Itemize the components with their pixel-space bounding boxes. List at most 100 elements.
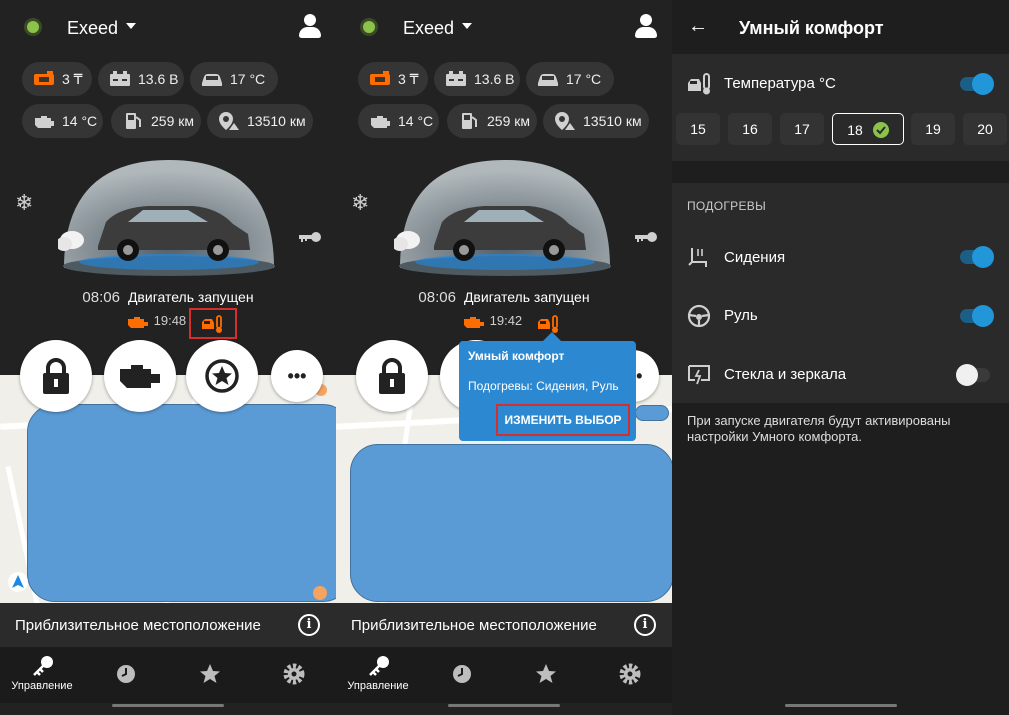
- chip-interior-temp-value: 17 °C: [230, 71, 266, 87]
- star-icon[interactable]: [534, 662, 558, 686]
- bottom-navigation: Управление: [0, 647, 336, 703]
- temperature-toggle[interactable]: [960, 73, 994, 95]
- more-button[interactable]: •••: [271, 350, 323, 402]
- popup-title: Умный комфорт: [468, 349, 565, 363]
- car-selector[interactable]: Exeed: [403, 18, 454, 39]
- chip-range[interactable]: 259 км: [447, 104, 537, 138]
- chip-battery[interactable]: 13.6 В: [434, 62, 520, 96]
- temp-option-20[interactable]: 20: [963, 113, 1007, 145]
- seat-heat-icon: [688, 248, 707, 267]
- chip-odometer[interactable]: 13510 км: [207, 104, 313, 138]
- chip-engine-temp[interactable]: 14 °C: [358, 104, 439, 138]
- engine-run-indicator: 19:48: [126, 313, 186, 329]
- info-icon[interactable]: i: [298, 614, 320, 636]
- chip-engine-temp-value: 14 °C: [398, 113, 434, 129]
- star-circle-icon: [205, 359, 239, 393]
- chip-battery-value: 13.6 В: [138, 71, 179, 87]
- car-selector[interactable]: Exeed: [67, 18, 118, 39]
- temp-option-17[interactable]: 17: [780, 113, 824, 145]
- settings-gear-icon[interactable]: [618, 662, 642, 686]
- page-title: Умный комфорт: [739, 18, 884, 38]
- home-indicator: [448, 704, 560, 707]
- smart-comfort-popup: Умный комфорт Подогревы: Сидения, Руль И…: [459, 332, 636, 441]
- chip-range[interactable]: 259 км: [111, 104, 201, 138]
- back-arrow-icon[interactable]: ←: [688, 15, 708, 38]
- screen-vehicle-control-1: Exeed 3 ₸ 13.6 В 17 °C 14 °C 259 км 1351…: [0, 0, 336, 715]
- glass-toggle[interactable]: [956, 364, 990, 386]
- info-icon[interactable]: i: [634, 614, 656, 636]
- engine-icon: [464, 316, 484, 328]
- engine-status-time: 08:06: [82, 289, 120, 306]
- settings-note: При запуске двигателя будут активированы…: [687, 413, 951, 444]
- chip-fuel[interactable]: 3 ₸: [22, 62, 92, 96]
- fuel-range-icon: [457, 111, 481, 131]
- chip-interior-temp-value: 17 °C: [566, 71, 602, 87]
- car-thermometer-icon: [688, 73, 710, 95]
- temp-option-18-selected[interactable]: 18: [832, 113, 904, 145]
- engine-icon: [128, 316, 148, 328]
- chip-range-value: 259 км: [487, 113, 530, 129]
- bottom-navigation: Управление: [336, 647, 672, 703]
- engine-start-button[interactable]: [104, 340, 176, 412]
- history-clock-icon[interactable]: [451, 663, 473, 685]
- nav-control[interactable]: Управление: [0, 647, 84, 703]
- profile-icon[interactable]: [634, 14, 658, 40]
- nav-control-label: Управление: [347, 680, 409, 692]
- nav-control[interactable]: Управление: [336, 647, 420, 703]
- favorite-button[interactable]: [186, 340, 258, 412]
- map-redaction-overlay: [635, 405, 669, 421]
- engine-icon: [120, 365, 160, 388]
- snowflake-icon: ❄: [351, 190, 370, 215]
- wheel-label: Руль: [724, 307, 758, 324]
- car-dome-image: [58, 160, 275, 276]
- key-icon: [33, 656, 53, 676]
- chip-engine-temp[interactable]: 14 °C: [22, 104, 103, 138]
- lock-icon: [43, 358, 69, 394]
- key-icon: [299, 232, 321, 242]
- temp-option-18-value: 18: [847, 122, 863, 138]
- engine-temp-icon: [32, 111, 56, 131]
- map-redaction-overlay: [350, 444, 672, 602]
- lock-button[interactable]: [356, 340, 428, 412]
- chip-battery[interactable]: 13.6 В: [98, 62, 184, 96]
- navigation-arrow-icon: [8, 572, 28, 592]
- smart-comfort-icon[interactable]: [201, 314, 225, 334]
- profile-icon[interactable]: [298, 14, 322, 40]
- screen-smart-comfort: ← Умный комфорт Температура °C 15 16 17 …: [672, 0, 1009, 715]
- wheel-toggle[interactable]: [960, 305, 994, 327]
- lock-button[interactable]: [20, 340, 92, 412]
- smart-comfort-icon[interactable]: [537, 314, 561, 334]
- chip-range-value: 259 км: [151, 113, 194, 129]
- snowflake-icon: ❄: [15, 190, 34, 215]
- location-bar[interactable]: Приблизительное местоположение i: [0, 603, 336, 647]
- chevron-down-icon[interactable]: [126, 23, 136, 29]
- temp-option-15[interactable]: 15: [676, 113, 720, 145]
- settings-gear-icon[interactable]: [282, 662, 306, 686]
- engine-run-time: 19:48: [153, 313, 187, 328]
- connection-status-dot: [363, 21, 375, 33]
- temp-option-16[interactable]: 16: [728, 113, 772, 145]
- map-redaction-overlay: [27, 404, 336, 602]
- change-selection-button[interactable]: ИЗМЕНИТЬ ВЫБОР: [496, 404, 630, 436]
- star-icon[interactable]: [198, 662, 222, 686]
- seats-toggle[interactable]: [960, 246, 994, 268]
- chip-interior-temp[interactable]: 17 °C: [526, 62, 614, 96]
- temp-option-19[interactable]: 19: [911, 113, 955, 145]
- location-label: Приблизительное местоположение: [15, 616, 261, 634]
- home-indicator: [112, 704, 224, 707]
- chip-odometer[interactable]: 13510 км: [543, 104, 649, 138]
- engine-status-text: Двигатель запущен: [463, 289, 590, 305]
- popup-subtitle: Подогревы: Сидения, Руль: [468, 379, 619, 393]
- chip-interior-temp[interactable]: 17 °C: [190, 62, 278, 96]
- location-bar[interactable]: Приблизительное местоположение i: [336, 603, 672, 647]
- chip-fuel[interactable]: 3 ₸: [358, 62, 428, 96]
- app-header: Exeed: [0, 0, 336, 54]
- engine-temp-icon: [368, 111, 392, 131]
- home-indicator: [785, 704, 897, 707]
- chevron-down-icon[interactable]: [462, 23, 472, 29]
- seats-label: Сидения: [724, 249, 786, 266]
- history-clock-icon[interactable]: [115, 663, 137, 685]
- odometer-location-icon: [553, 111, 577, 131]
- chip-odometer-value: 13510 км: [247, 113, 306, 129]
- key-icon: [369, 656, 389, 676]
